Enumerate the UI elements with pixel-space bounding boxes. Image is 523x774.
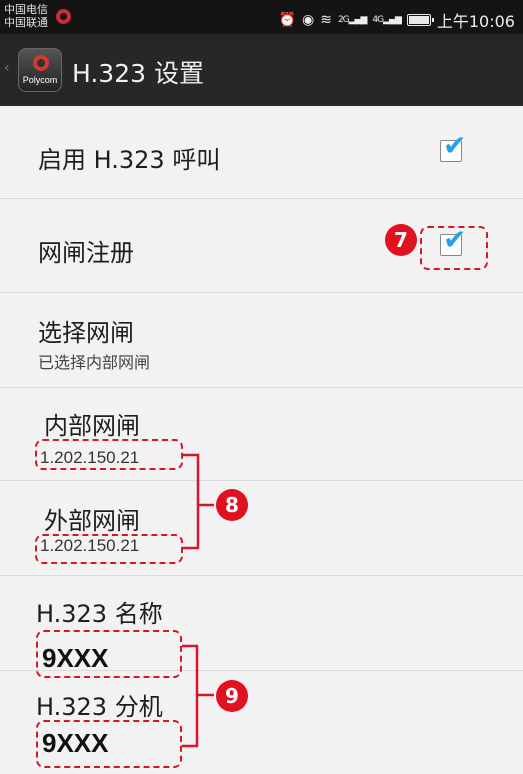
- annotation-badge-9: 9: [216, 680, 248, 712]
- bracket-9: [182, 644, 214, 748]
- bracket-8: [183, 453, 214, 550]
- annotation-badge-8: 8: [216, 489, 248, 521]
- annotation-badge-7: 7: [385, 224, 417, 256]
- annotation-brackets: [182, 453, 214, 748]
